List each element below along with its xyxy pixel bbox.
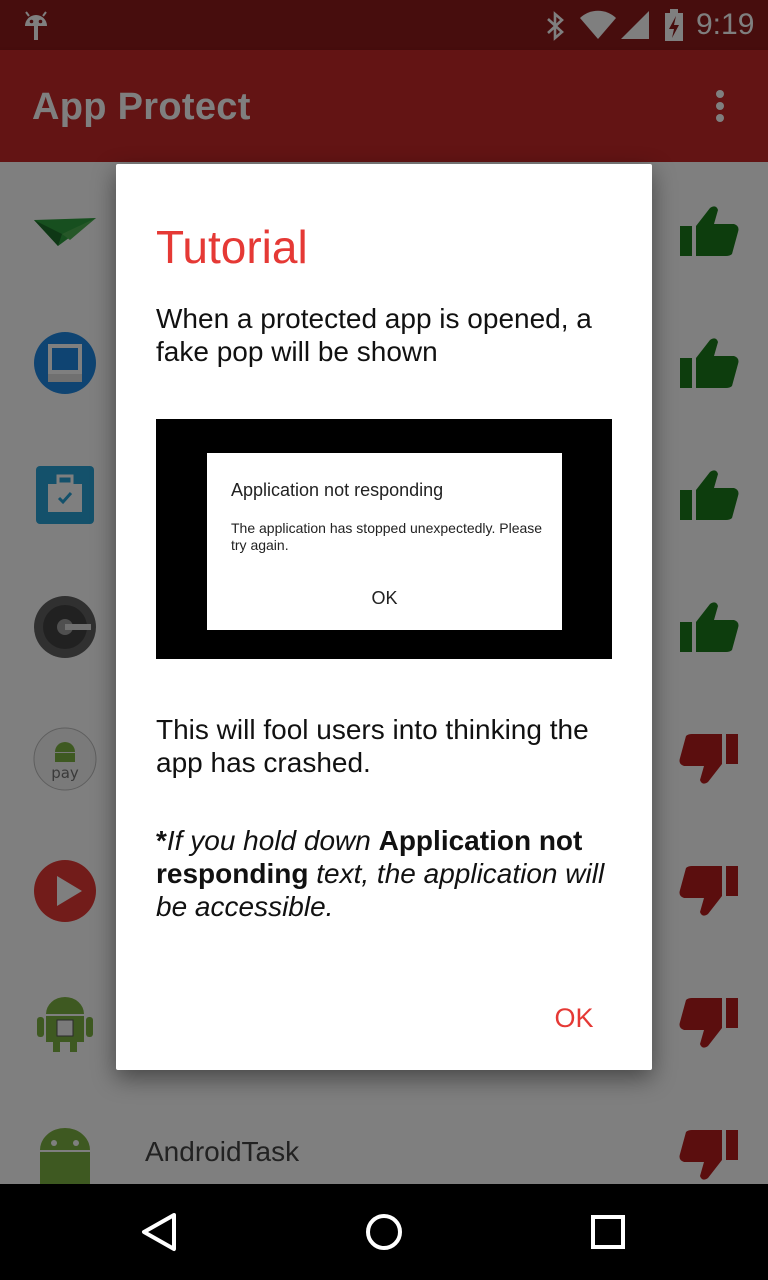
note-star: * xyxy=(156,825,167,856)
dialog-explanation-text: This will fool users into thinking the a… xyxy=(156,714,589,778)
dialog-ok-button[interactable]: OK xyxy=(536,990,612,1046)
dialog-intro-text: When a protected app is opened, a fake p… xyxy=(156,303,592,367)
recents-icon[interactable] xyxy=(578,1202,638,1262)
dialog-title: Tutorial xyxy=(156,221,308,273)
tutorial-dialog: Tutorial When a protected app is opened,… xyxy=(116,164,652,1070)
fake-popup-preview: Application not responding The applicati… xyxy=(156,419,612,659)
dialog-note-text: *If you hold down Application not respon… xyxy=(156,824,616,923)
note-part-1: If you hold down xyxy=(166,825,379,856)
navigation-bar xyxy=(0,1184,768,1280)
fake-popup-ok: OK xyxy=(371,588,398,608)
back-icon[interactable] xyxy=(130,1202,190,1262)
fake-popup-message: The application has stopped unexpectedly… xyxy=(231,520,543,553)
fake-popup-box: Application not responding The applicati… xyxy=(207,453,562,630)
home-icon[interactable] xyxy=(354,1202,414,1262)
fake-popup-title: Application not responding xyxy=(231,480,444,500)
